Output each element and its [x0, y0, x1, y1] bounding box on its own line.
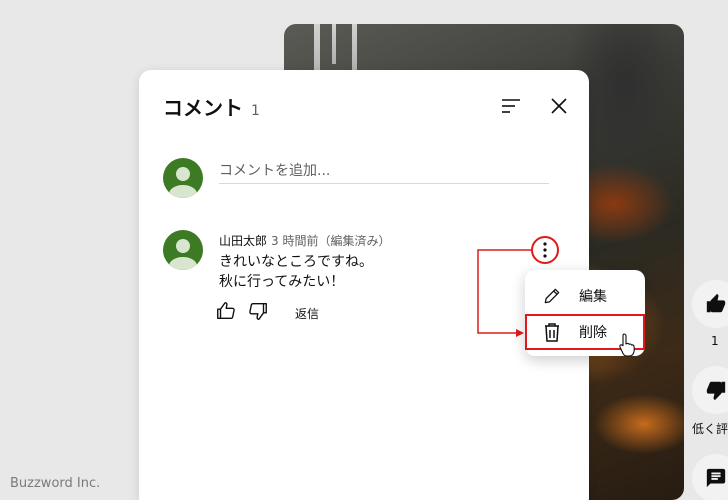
comment-more-button[interactable]	[531, 236, 559, 264]
comment-actions: 返信	[215, 300, 319, 326]
comment-author-avatar[interactable]	[163, 230, 203, 270]
menu-item-label: 削除	[579, 325, 607, 341]
comment-dislike-button[interactable]	[247, 300, 269, 326]
reply-button[interactable]: 返信	[295, 305, 319, 322]
waterfall-streak	[332, 24, 336, 64]
panel-header: コメント 1	[163, 92, 260, 121]
comments-button[interactable]	[692, 454, 728, 500]
like-button[interactable]	[692, 280, 728, 328]
comment-author[interactable]: 山田太郎	[219, 234, 267, 248]
dislike-label: 低く評	[692, 422, 728, 436]
user-avatar-icon	[169, 167, 197, 198]
hand-cursor-icon	[619, 333, 635, 357]
current-user-avatar	[163, 158, 203, 198]
thumbs-down-filled-icon	[706, 381, 726, 401]
like-count: 1	[711, 334, 719, 348]
close-button[interactable]	[545, 92, 573, 120]
trash-icon	[525, 322, 579, 342]
menu-item-label: 編集	[579, 289, 607, 305]
add-comment-input[interactable]	[219, 158, 549, 184]
comment-icon	[706, 468, 726, 488]
waterfall-streak	[352, 24, 357, 74]
panel-title: コメント	[163, 96, 243, 120]
close-icon	[551, 98, 567, 114]
comments-panel: コメント 1 山田太郎 3 時間前（編集済み） きれいなところですね。	[139, 70, 589, 500]
thumbs-down-outline-icon	[249, 302, 267, 320]
comment-count: 1	[251, 103, 260, 119]
menu-item-edit[interactable]: 編集	[525, 278, 645, 314]
more-vertical-icon	[543, 242, 547, 258]
comment-meta: 山田太郎 3 時間前（編集済み）	[219, 232, 390, 249]
sort-button[interactable]	[497, 92, 525, 120]
comment-timestamp[interactable]: 3 時間前（編集済み）	[271, 234, 390, 248]
thumbs-up-outline-icon	[217, 302, 235, 320]
sort-icon	[502, 99, 520, 113]
comment-body: きれいなところですね。 秋に行ってみたい！	[219, 252, 373, 292]
dislike-button[interactable]	[692, 366, 728, 414]
watermark: Buzzword Inc.	[10, 476, 101, 491]
user-avatar-icon	[169, 239, 197, 270]
thumbs-up-filled-icon	[706, 293, 726, 313]
pencil-icon	[525, 286, 579, 306]
comment-line: きれいなところですね。	[219, 254, 373, 270]
comment-like-button[interactable]	[215, 300, 237, 326]
comment-line: 秋に行ってみたい！	[219, 274, 345, 290]
